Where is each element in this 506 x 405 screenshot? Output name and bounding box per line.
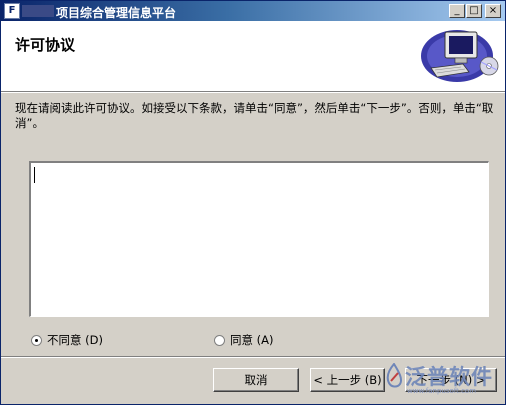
- wizard-header: 许可协议: [1, 21, 505, 91]
- radio-selected-icon: [31, 334, 42, 346]
- redacted-title-segment: [22, 5, 54, 17]
- window-title: 项目综合管理信息平台: [56, 6, 177, 20]
- page-title: 许可协议: [15, 36, 76, 54]
- header-divider: [1, 91, 505, 93]
- watermark-url: www.fanpusoft.com: [407, 387, 477, 395]
- back-button[interactable]: < 上一步 (B): [310, 368, 385, 392]
- fanpu-logo-icon: [386, 363, 403, 388]
- agree-radio[interactable]: 同意 (A): [214, 332, 274, 348]
- agree-label: 同意 (A): [230, 333, 274, 347]
- cancel-button[interactable]: 取消: [213, 368, 299, 392]
- disagree-radio[interactable]: 不同意 (D): [31, 332, 103, 348]
- app-icon: F: [4, 3, 20, 19]
- footer-divider: [1, 356, 505, 358]
- text-caret: [34, 167, 35, 183]
- license-textbox[interactable]: [29, 161, 489, 317]
- close-button[interactable]: ×: [485, 4, 501, 18]
- disagree-label: 不同意 (D): [47, 333, 103, 347]
- instructions-text: 现在请阅读此许可协议。如接受以下条款，请单击“同意”，然后单击“下一步”。否则，…: [15, 101, 494, 130]
- fanpusoft-watermark: 泛普软件 www.fanpusoft.com: [381, 361, 501, 401]
- computer-cd-icon: [421, 30, 499, 82]
- radio-unselected-icon: [214, 334, 225, 346]
- maximize-button[interactable]: □: [466, 4, 482, 18]
- installer-window: F 项目综合管理信息平台 _ □ × 许可协议 现在请阅读此许可协议。如接受以下…: [0, 0, 506, 405]
- minimize-button[interactable]: _: [449, 4, 465, 18]
- title-bar[interactable]: F 项目综合管理信息平台 _ □ ×: [1, 1, 505, 21]
